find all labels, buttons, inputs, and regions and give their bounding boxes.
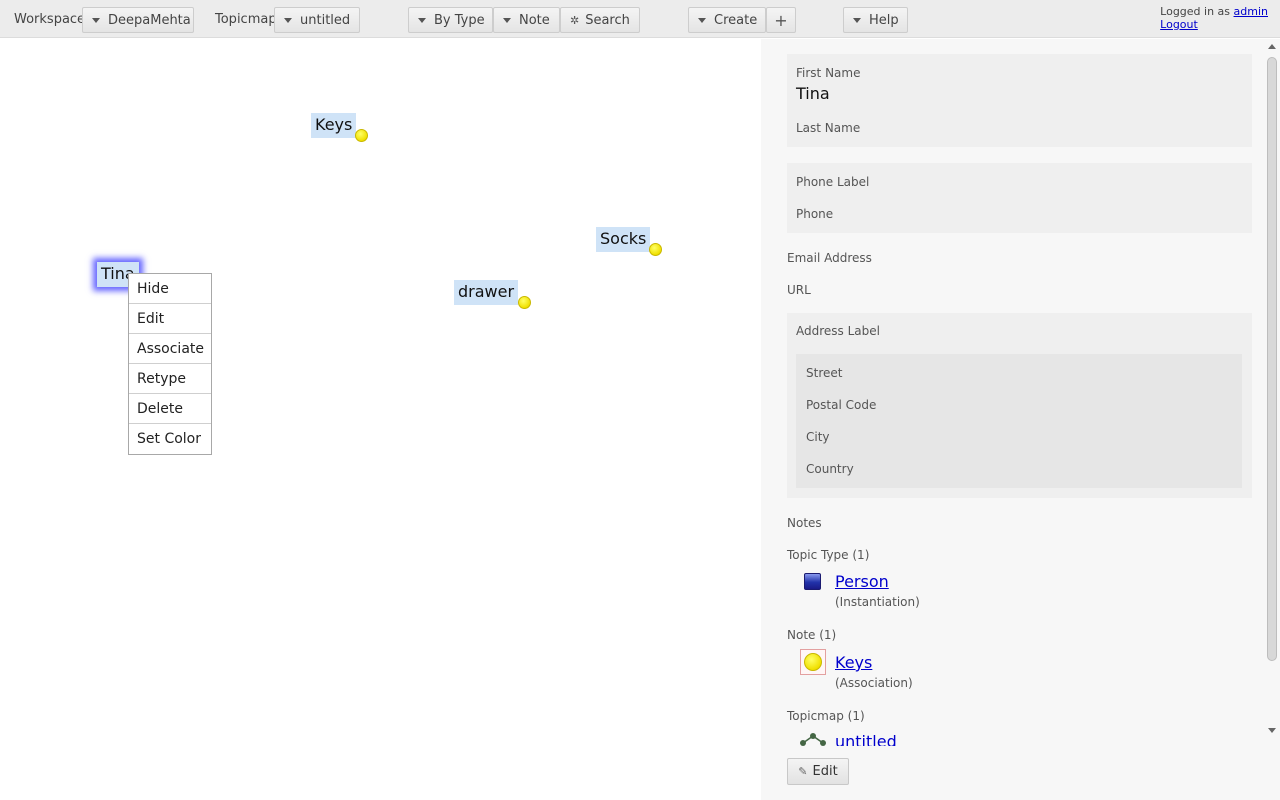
menu-item-delete[interactable]: Delete bbox=[129, 394, 211, 424]
scroll-down-icon[interactable] bbox=[1268, 728, 1276, 733]
main-toolbar: Workspace DeepaMehta Topicmap untitled B… bbox=[0, 0, 1280, 38]
edit-button[interactable]: ✎ Edit bbox=[787, 758, 849, 785]
url-label: URL bbox=[787, 283, 811, 297]
create-plus-button[interactable]: + bbox=[766, 7, 796, 33]
topicmap-link[interactable]: untitled bbox=[835, 732, 897, 746]
topic-type-sub: (Instantiation) bbox=[835, 595, 920, 609]
topic-drawer[interactable]: drawer bbox=[454, 280, 519, 305]
note-header: Note (1) bbox=[787, 628, 837, 642]
menu-item-associate[interactable]: Associate bbox=[129, 334, 211, 364]
topicmap-row: untitled bbox=[787, 730, 1257, 746]
chevron-down-icon bbox=[92, 17, 100, 23]
phone-label: Phone bbox=[796, 207, 834, 221]
topic-label: Keys bbox=[315, 115, 353, 134]
menu-item-hide[interactable]: Hide bbox=[129, 274, 211, 304]
username-link[interactable]: admin bbox=[1234, 5, 1268, 18]
first-name-label: First Name bbox=[796, 66, 861, 80]
topic-type-link[interactable]: Person bbox=[835, 572, 889, 591]
workspace-label: Workspace bbox=[14, 12, 86, 27]
scroll-up-icon[interactable] bbox=[1268, 44, 1276, 49]
by-type-button[interactable]: By Type bbox=[408, 7, 493, 33]
note-button[interactable]: Note bbox=[493, 7, 560, 33]
pencil-icon: ✎ bbox=[798, 765, 808, 778]
menu-item-edit[interactable]: Edit bbox=[129, 304, 211, 334]
logged-in-text: Logged in as bbox=[1160, 5, 1231, 18]
create-select[interactable]: Create bbox=[688, 7, 766, 33]
scroll-thumb[interactable] bbox=[1267, 57, 1277, 661]
help-button[interactable]: Help bbox=[843, 7, 908, 33]
chevron-down-icon bbox=[418, 17, 426, 23]
person-type-icon bbox=[804, 573, 821, 590]
context-menu: Hide Edit Associate Retype Delete Set Co… bbox=[128, 273, 212, 455]
login-status: Logged in as admin Logout bbox=[1160, 5, 1268, 31]
topic-socks[interactable]: Socks bbox=[596, 227, 651, 252]
postal-code-label: Postal Code bbox=[806, 398, 877, 412]
last-name-label: Last Name bbox=[796, 121, 861, 135]
chevron-down-icon bbox=[503, 17, 511, 23]
notes-label: Notes bbox=[787, 516, 822, 530]
detail-scrollbar[interactable] bbox=[1265, 39, 1280, 739]
topicmap-label: Topicmap bbox=[215, 12, 277, 27]
workspace-select-label: DeepaMehta bbox=[108, 12, 191, 28]
topicmap-canvas[interactable] bbox=[0, 39, 761, 800]
street-label: Street bbox=[806, 366, 843, 380]
menu-item-set-color[interactable]: Set Color bbox=[129, 424, 211, 454]
phone-label-label: Phone Label bbox=[796, 175, 870, 189]
note-dot-icon bbox=[804, 653, 822, 671]
note-dot-icon[interactable] bbox=[355, 129, 368, 142]
topic-keys[interactable]: Keys bbox=[311, 113, 357, 138]
topicmap-icon bbox=[800, 733, 826, 746]
address-inner-box bbox=[796, 354, 1242, 488]
plus-icon: + bbox=[774, 10, 788, 30]
chevron-down-icon bbox=[853, 17, 861, 23]
help-label: Help bbox=[869, 12, 899, 28]
phone-box bbox=[787, 163, 1252, 233]
create-label: Create bbox=[714, 12, 758, 28]
chevron-down-icon bbox=[284, 17, 292, 23]
search-button[interactable]: ✲ Search bbox=[560, 7, 640, 33]
chevron-down-icon bbox=[698, 17, 706, 23]
note-icon bbox=[800, 649, 826, 675]
topicmap-header: Topicmap (1) bbox=[787, 709, 865, 723]
first-name-value: Tina bbox=[796, 84, 830, 103]
menu-item-retype[interactable]: Retype bbox=[129, 364, 211, 394]
topic-label: drawer bbox=[458, 282, 515, 301]
topicmap-select[interactable]: untitled bbox=[274, 7, 360, 33]
address-label-label: Address Label bbox=[796, 324, 880, 338]
email-label: Email Address bbox=[787, 251, 872, 265]
search-label: Search bbox=[585, 12, 630, 28]
note-sub: (Association) bbox=[835, 676, 913, 690]
topic-label: Socks bbox=[600, 229, 647, 248]
note-label: Note bbox=[519, 12, 550, 28]
workspace-select[interactable]: DeepaMehta bbox=[82, 7, 194, 33]
logout-link[interactable]: Logout bbox=[1160, 18, 1198, 31]
gear-icon: ✲ bbox=[570, 13, 580, 27]
note-dot-icon[interactable] bbox=[518, 296, 531, 309]
country-label: Country bbox=[806, 462, 854, 476]
city-label: City bbox=[806, 430, 830, 444]
note-dot-icon[interactable] bbox=[649, 243, 662, 256]
topic-type-header: Topic Type (1) bbox=[787, 548, 870, 562]
edit-button-label: Edit bbox=[812, 764, 838, 779]
topicmap-select-label: untitled bbox=[300, 12, 351, 28]
by-type-label: By Type bbox=[434, 12, 485, 28]
note-link[interactable]: Keys bbox=[835, 653, 872, 672]
